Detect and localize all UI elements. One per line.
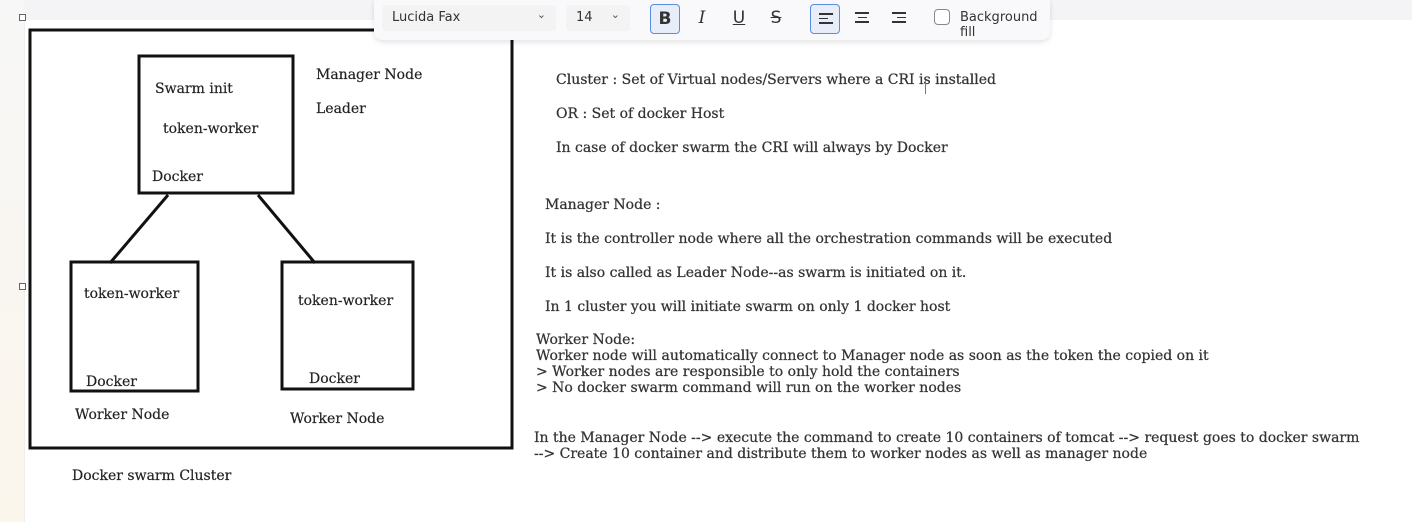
align-center-icon [855, 12, 869, 24]
align-left-icon [819, 13, 833, 25]
note-worker-heading: Worker Node: [536, 332, 636, 348]
note-cluster-cri: In case of docker swarm the CRI will alw… [556, 140, 948, 156]
chevron-down-icon: ⌄ [610, 8, 620, 21]
text-cursor [925, 80, 926, 94]
font-size-select[interactable]: 14 ⌄ [566, 5, 630, 31]
format-toolbar: Lucida Fax ⌄ 14 ⌄ B I U S Background fil… [374, 0, 1050, 40]
background-fill-label: Background fill [960, 10, 1038, 40]
bold-button[interactable]: B [650, 4, 680, 34]
note-cluster-or: OR : Set of docker Host [556, 106, 725, 122]
worker-left-docker: Docker [86, 374, 137, 390]
cluster-caption: Docker swarm Cluster [72, 468, 232, 484]
align-center-button[interactable] [847, 4, 877, 34]
note-manager-line-2: It is also called as Leader Node--as swa… [545, 265, 967, 281]
font-family-select[interactable]: Lucida Fax ⌄ [382, 5, 556, 31]
connector-right [256, 194, 317, 264]
font-family-value: Lucida Fax [392, 10, 461, 25]
manager-box-token: token-worker [163, 121, 259, 137]
manager-node-label: Manager Node [316, 67, 423, 83]
note-worker-line-3: > No docker swarm command will run on th… [536, 380, 962, 396]
note-manager-line-1: It is the controller node where all the … [545, 231, 1113, 247]
strikethrough-button[interactable]: S [761, 4, 791, 34]
note-flow-line-2: --> Create 10 container and distribute t… [534, 446, 1148, 462]
connector-left [108, 194, 170, 264]
worker-node-box-right [280, 260, 415, 391]
worker-left-token: token-worker [84, 286, 180, 302]
note-worker-line-2: > Worker nodes are responsible to only h… [536, 364, 960, 380]
note-flow-line-1: In the Manager Node --> execute the comm… [534, 430, 1360, 446]
worker-right-caption: Worker Node [290, 411, 385, 427]
worker-right-docker: Docker [309, 371, 360, 387]
worker-right-token: token-worker [298, 293, 394, 309]
manager-box-swarm-init: Swarm init [155, 81, 233, 97]
worker-left-caption: Worker Node [75, 407, 170, 423]
align-right-button[interactable] [884, 4, 914, 34]
background-fill-checkbox[interactable] [934, 9, 950, 25]
italic-button[interactable]: I [687, 4, 717, 34]
note-manager-heading: Manager Node : [545, 197, 661, 213]
underline-button[interactable]: U [724, 4, 754, 34]
align-right-icon [892, 12, 906, 24]
note-worker-line-1: Worker node will automatically connect t… [536, 348, 1209, 364]
note-manager-line-3: In 1 cluster you will initiate swarm on … [545, 299, 951, 315]
note-cluster-definition: Cluster : Set of Virtual nodes/Servers w… [556, 72, 996, 88]
font-size-value: 14 [576, 10, 593, 25]
manager-box-docker: Docker [152, 169, 203, 185]
align-left-button[interactable] [810, 4, 840, 34]
worker-node-box-left [69, 260, 200, 393]
chevron-down-icon: ⌄ [536, 8, 546, 21]
leader-label: Leader [316, 101, 366, 117]
